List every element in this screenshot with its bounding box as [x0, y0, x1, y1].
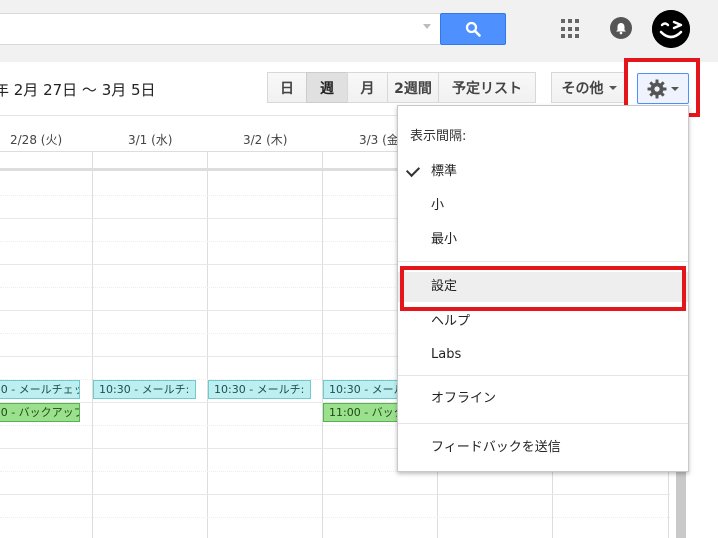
day-header-label[interactable]: 3/1 (水): [128, 131, 173, 148]
view-day-button[interactable]: 日: [267, 72, 307, 103]
highlight-box-settings: [400, 266, 686, 311]
menu-item-label: オフライン: [431, 391, 497, 406]
menu-item-help[interactable]: ヘルプ: [398, 307, 688, 337]
more-button-label: その他: [561, 80, 604, 97]
menu-item-density-small[interactable]: 小: [398, 191, 688, 221]
column-divider: [322, 151, 323, 538]
menu-item-label: Labs: [431, 347, 462, 362]
column-divider: [92, 151, 93, 538]
search-input[interactable]: [0, 13, 440, 45]
view-switcher: 日 週 月 2週間 予定リスト: [267, 72, 536, 103]
event-backup[interactable]: 11:00 - バックアップ: [0, 403, 80, 422]
menu-item-label: 最小: [431, 232, 458, 247]
event-mail-check[interactable]: 10:30 - メールチェック: [0, 380, 80, 399]
date-range-title: 年 2月 27日 ～ 3月 5日: [0, 81, 156, 99]
hour-line: [0, 494, 670, 495]
search-button[interactable]: [440, 13, 506, 45]
menu-item-label: フィードバックを送信: [431, 440, 561, 455]
day-header-label[interactable]: 3/3 (金: [359, 131, 399, 148]
view-month-button[interactable]: 月: [347, 72, 388, 103]
event-mail-check[interactable]: 10:30 - メールチ:: [93, 380, 196, 399]
winking-face-avatar-icon: [652, 10, 690, 48]
menu-item-labs[interactable]: Labs: [398, 340, 688, 370]
menu-item-label: 標準: [431, 164, 458, 179]
density-header: 表示間隔:: [410, 129, 467, 144]
menu-item-density-standard[interactable]: 標準: [398, 157, 688, 187]
menu-separator: [398, 423, 688, 424]
day-header-label[interactable]: 3/2 (木): [243, 131, 288, 148]
event-mail-check[interactable]: 10:30 - メールチ:: [208, 380, 311, 399]
half-hour-line: [0, 517, 670, 518]
view-2weeks-button[interactable]: 2週間: [387, 72, 439, 103]
search-options-chevron-icon[interactable]: [423, 24, 431, 29]
avatar[interactable]: [652, 10, 690, 48]
day-header-label[interactable]: 2/28 (火): [10, 131, 62, 148]
view-week-button[interactable]: 週: [306, 72, 348, 103]
menu-separator: [398, 375, 688, 376]
checkmark-icon: [405, 162, 421, 178]
menu-item-label: ヘルプ: [431, 314, 471, 329]
apps-grid-icon[interactable]: [561, 19, 581, 39]
menu-separator: [398, 261, 688, 262]
top-bar: [0, 0, 718, 62]
menu-item-offline[interactable]: オフライン: [398, 384, 688, 414]
menu-item-density-smallest[interactable]: 最小: [398, 225, 688, 255]
menu-item-send-feedback[interactable]: フィードバックを送信: [398, 433, 688, 463]
menu-item-label: 小: [431, 198, 445, 213]
search-icon: [465, 21, 481, 37]
more-button[interactable]: その他: [551, 72, 627, 103]
column-divider: [207, 151, 208, 538]
event-mail-check[interactable]: 10:30 - メールチ:: [323, 380, 399, 399]
chevron-down-icon: [608, 85, 617, 90]
event-backup[interactable]: 11:00 - バックア: [323, 403, 399, 422]
bell-icon[interactable]: [610, 17, 632, 39]
view-agenda-button[interactable]: 予定リスト: [438, 72, 536, 103]
